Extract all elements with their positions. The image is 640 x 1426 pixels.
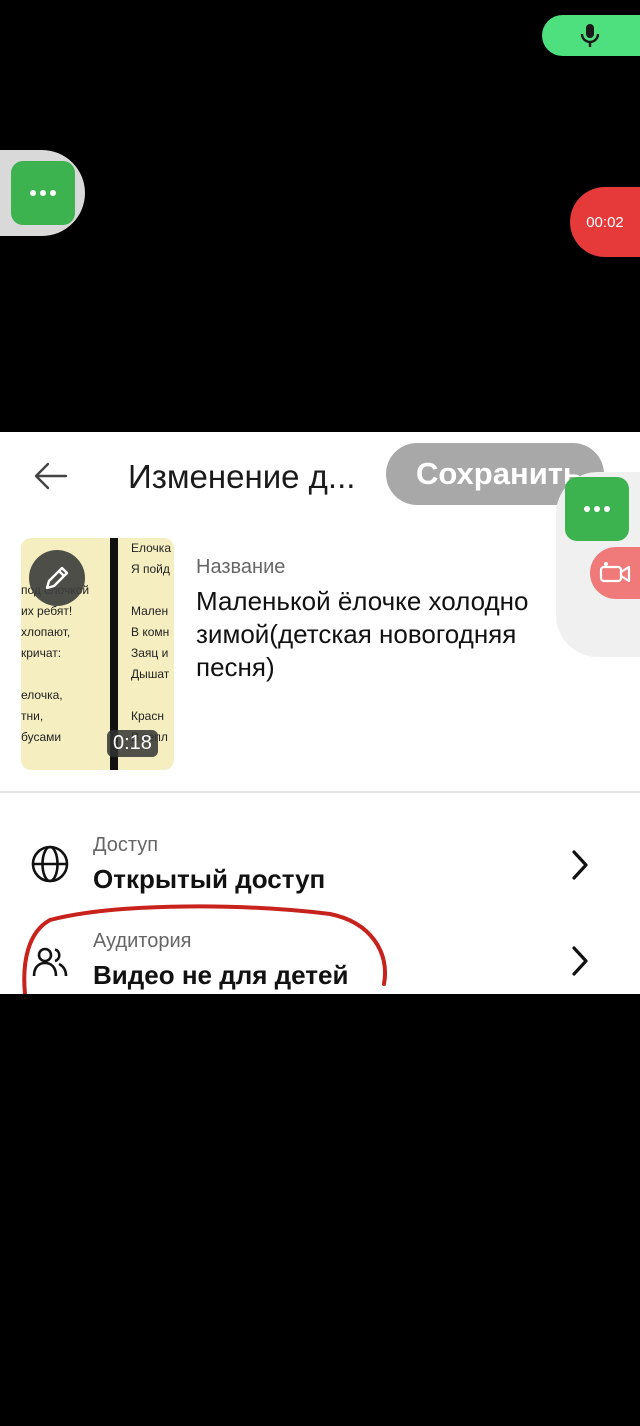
arrow-left-icon — [34, 462, 68, 490]
section-divider — [0, 791, 640, 793]
globe-icon — [28, 842, 72, 886]
microphone-icon — [580, 23, 600, 47]
title-field-label: Название — [196, 556, 286, 578]
edit-cover-button[interactable] — [29, 550, 85, 606]
video-duration: 0:18 — [107, 730, 158, 757]
title-field-value[interactable]: Маленькой ёлочке холодно зимой(детская н… — [196, 585, 596, 684]
thumbnail-text-right: Елочка Я пойд Мален В комн Заяц и Дышат … — [131, 541, 171, 744]
audience-label: Аудитория — [93, 930, 192, 952]
audience-setting-row[interactable]: Аудитория Видео не для детей — [0, 930, 640, 994]
camera-switch-button[interactable] — [590, 547, 640, 599]
more-dots-icon — [30, 190, 56, 196]
page-title: Изменение д... — [128, 458, 356, 495]
access-label: Доступ — [93, 834, 159, 856]
access-setting-row[interactable]: Доступ Открытый доступ — [0, 834, 640, 924]
floating-menu-button[interactable] — [11, 161, 75, 225]
more-dots-icon — [584, 506, 610, 512]
audience-icon — [28, 940, 72, 984]
pencil-icon — [45, 566, 69, 590]
record-timer[interactable]: 00:02 — [570, 187, 640, 257]
chevron-right-icon — [572, 946, 588, 976]
camera-switch-icon — [599, 562, 631, 583]
access-value: Открытый доступ — [93, 864, 326, 894]
mic-button[interactable] — [542, 15, 640, 56]
floating-menu-dock — [0, 150, 85, 236]
video-thumbnail[interactable]: под елочкой их ребят! хлопают, кричат: е… — [21, 538, 174, 770]
audience-value: Видео не для детей — [93, 960, 349, 990]
edit-video-screen: Изменение д... Сохранить под елочкой их … — [0, 432, 640, 994]
back-button[interactable] — [30, 456, 70, 496]
side-menu-button[interactable] — [565, 477, 629, 541]
chevron-right-icon — [572, 850, 588, 880]
